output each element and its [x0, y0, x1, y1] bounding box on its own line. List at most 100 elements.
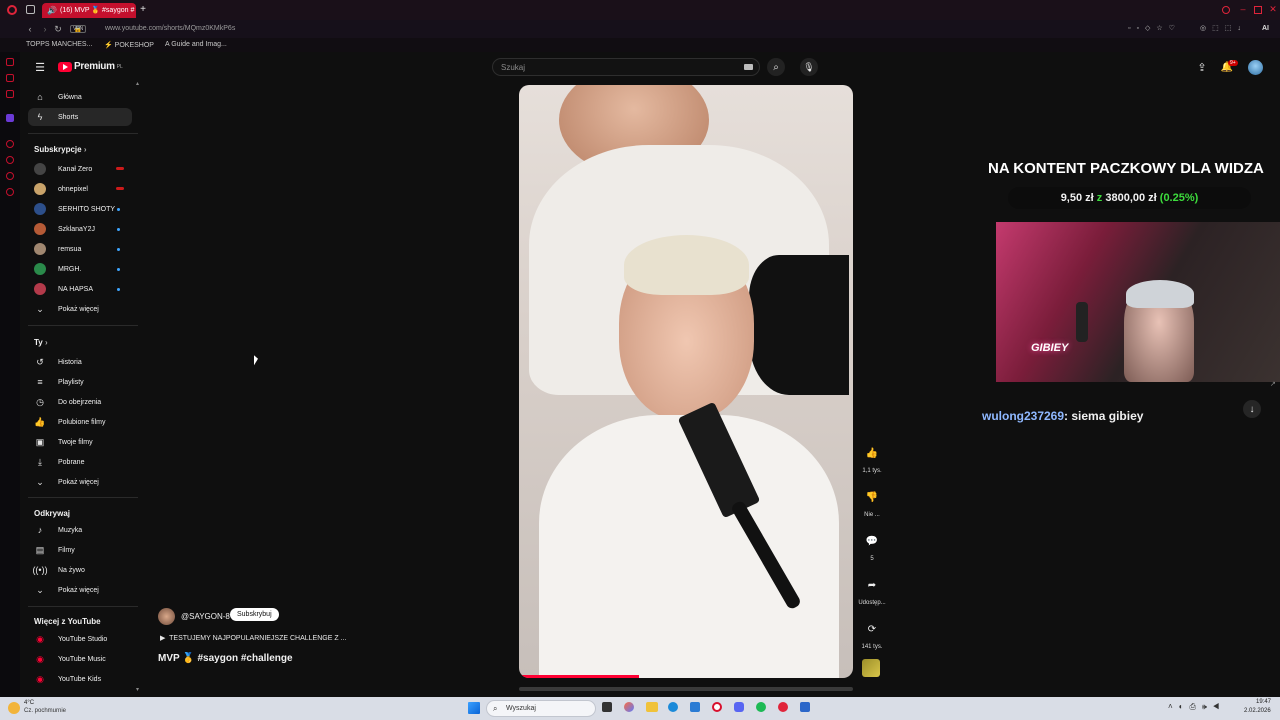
sidebar-you-6[interactable]: ⌄ Pokaż więcej — [28, 473, 132, 491]
sidebar-you-1[interactable]: ≡ Playlisty — [28, 373, 132, 391]
sidebar-sub-5[interactable]: MRGH. — [28, 260, 132, 278]
address-bar: ‹ › ↻ 🔒 VPN www.youtube.com/shorts/MQmz0… — [0, 20, 1280, 38]
video-shirt-bottom — [539, 415, 839, 678]
dislike-button[interactable]: 👎 Nie ... — [858, 486, 886, 519]
sidebar-you-2[interactable]: ◷ Do obejrzenia — [28, 393, 132, 411]
sidebar-you-5[interactable]: ⤓ Pobrane — [28, 453, 132, 471]
account-avatar[interactable] — [1248, 60, 1263, 75]
channel-name[interactable]: @SAYGON-8 — [181, 612, 230, 621]
sidebar-messenger-icon[interactable] — [6, 74, 14, 82]
maximize-button[interactable] — [1254, 6, 1262, 14]
taskbar-search[interactable]: ⌕ Wyszukaj — [486, 700, 596, 717]
sidebar-more-2[interactable]: ◉ YouTube Kids — [28, 670, 132, 688]
sidebar-explore-0[interactable]: ♪ Muzyka — [28, 521, 132, 539]
bookmark-topps[interactable]: TOPPS MANCHES... — [26, 41, 92, 48]
share-button[interactable]: ➦ Udostęp... — [858, 574, 886, 607]
sidebar-explore-3[interactable]: ⌄ Pokaż więcej — [28, 581, 132, 599]
upload-icon[interactable]: ⇪ — [1196, 61, 1208, 74]
opera-logo-icon[interactable] — [7, 5, 17, 15]
sidebar-bookmarks-icon[interactable] — [6, 58, 14, 66]
sidebar-sub-2[interactable]: SERHITO SHOTY — [28, 200, 132, 218]
back-icon[interactable]: ‹ — [25, 23, 35, 35]
bookmark-pokeshop[interactable]: ⚡ POKESHOP — [104, 41, 154, 49]
edge-icon[interactable] — [668, 702, 678, 712]
sidebar-more-1[interactable]: ◉ YouTube Music — [28, 650, 132, 668]
sidebar-scroll-up-icon[interactable]: ▴ — [136, 80, 139, 87]
bookmark-guide[interactable]: A Guide and Imag... — [165, 41, 227, 48]
start-icon[interactable] — [468, 702, 480, 714]
clock-date[interactable]: 2.02.2026 — [1244, 708, 1271, 714]
subscriptions-heading[interactable]: Subskrypcje › — [34, 145, 86, 154]
search-tabs-icon[interactable] — [1222, 6, 1230, 14]
youtube-logo[interactable]: Premium PL — [58, 61, 123, 72]
minimize-button[interactable]: – — [1238, 3, 1248, 15]
search-icon: ⌕ — [493, 704, 498, 713]
sidebar-history-icon[interactable] — [6, 140, 14, 148]
search-icon[interactable]: ⌕ — [767, 58, 785, 76]
discord-icon[interactable] — [734, 702, 744, 712]
workspaces-icon[interactable] — [26, 5, 35, 14]
microphone-icon[interactable]: 🎙 — [800, 58, 818, 76]
sidebar-twitch-icon[interactable] — [6, 114, 14, 122]
sound-thumbnail[interactable] — [862, 659, 880, 677]
remix-button[interactable]: ⟳ 141 tys. — [858, 618, 886, 651]
sidebar-scroll-down-icon[interactable]: ▾ — [136, 686, 139, 693]
channel-avatar[interactable] — [158, 608, 175, 625]
sidebar-settings-icon[interactable] — [6, 172, 14, 180]
live-indicator — [116, 167, 124, 170]
sidebar-sub-0[interactable]: Kanał Zero — [28, 160, 132, 178]
sidebar-you-0[interactable]: ↺ Historia — [28, 353, 132, 371]
new-content-dot — [117, 248, 120, 251]
subscriptions-show-more[interactable]: ⌄ Pokaż więcej — [28, 300, 132, 318]
sidebar-whatsapp-icon[interactable] — [6, 90, 14, 98]
sidebar-item-shorts[interactable]: ϟ Shorts — [28, 108, 132, 126]
calculator-icon[interactable] — [800, 702, 810, 712]
aria-ai-button[interactable]: AI — [1262, 25, 1269, 32]
task-view-icon[interactable] — [602, 702, 612, 712]
reload-icon[interactable]: ↻ — [53, 23, 63, 35]
sidebar-item-label: Polubione filmy — [58, 418, 106, 426]
sidebar-extensions-icon[interactable] — [6, 188, 14, 196]
next-short-button[interactable]: ↓ — [1243, 400, 1261, 418]
sidebar-item-home[interactable]: ⌂ Główna — [28, 88, 132, 106]
donation-goal-bar: 9,50 zł z 3800,00 zł (0.25%) — [1008, 187, 1251, 209]
extension-icons[interactable]: ◎⬚⬚↓ — [1200, 24, 1247, 32]
opera-taskbar-icon[interactable] — [712, 702, 722, 712]
address-bar-tools[interactable]: ▫▫◇☆♡ — [1128, 24, 1181, 32]
copilot-icon[interactable] — [624, 702, 634, 712]
vpn-badge[interactable]: VPN — [70, 25, 87, 33]
close-window-button[interactable]: ✕ — [1268, 3, 1278, 15]
url-field[interactable]: www.youtube.com/shorts/MQmz0KMkP6s — [105, 25, 235, 32]
sidebar-sub-6[interactable]: NA HAPSA — [28, 280, 132, 298]
spotify-icon[interactable] — [756, 702, 766, 712]
subscribe-button[interactable]: Subskrybuj — [230, 608, 279, 621]
home-icon: ⌂ — [37, 92, 43, 102]
forward-icon[interactable]: › — [40, 23, 50, 35]
comments-button[interactable]: 💬 5 — [858, 530, 886, 563]
weather-icon[interactable] — [8, 702, 20, 714]
sidebar-you-3[interactable]: 👍 Polubione filmy — [28, 413, 132, 431]
you-heading[interactable]: Ty › — [34, 338, 48, 347]
sidebar-sub-3[interactable]: SzklanaY2J — [28, 220, 132, 238]
like-button[interactable]: 👍 1,1 tys. — [858, 442, 886, 475]
sidebar-clock-icon[interactable] — [6, 156, 14, 164]
clock-time[interactable]: 19:47 — [1256, 699, 1271, 705]
menu-icon[interactable]: ☰ — [34, 61, 46, 74]
system-tray-icons[interactable]: ˄◐⎙🕪◀ — [1168, 702, 1225, 712]
app-icon[interactable] — [778, 702, 788, 712]
sidebar-sub-4[interactable]: remsua — [28, 240, 132, 258]
scroll-indicator[interactable] — [519, 687, 853, 691]
search-input[interactable]: Szukaj — [492, 58, 760, 76]
sidebar-sub-1[interactable]: ohnepixel — [28, 180, 132, 198]
sidebar-you-4[interactable]: ▣ Twoje filmy — [28, 433, 132, 451]
sidebar-more-0[interactable]: ◉ YouTube Studio — [28, 630, 132, 648]
file-explorer-icon[interactable] — [646, 702, 658, 712]
sidebar-explore-1[interactable]: ▤ Filmy — [28, 541, 132, 559]
sidebar-explore-2[interactable]: ((•)) Na żywo — [28, 561, 132, 579]
short-video-player[interactable] — [519, 85, 853, 678]
store-icon[interactable] — [690, 702, 700, 712]
keyboard-icon[interactable] — [744, 64, 753, 70]
new-tab-button[interactable]: + — [138, 4, 148, 15]
tab-active[interactable]: 🔊 (16) MVP 🥇 #saygon # — [42, 3, 136, 18]
short-description[interactable]: ▶ TESTUJEMY NAJPOPULARNIEJSZE CHALLENGE … — [160, 634, 346, 642]
